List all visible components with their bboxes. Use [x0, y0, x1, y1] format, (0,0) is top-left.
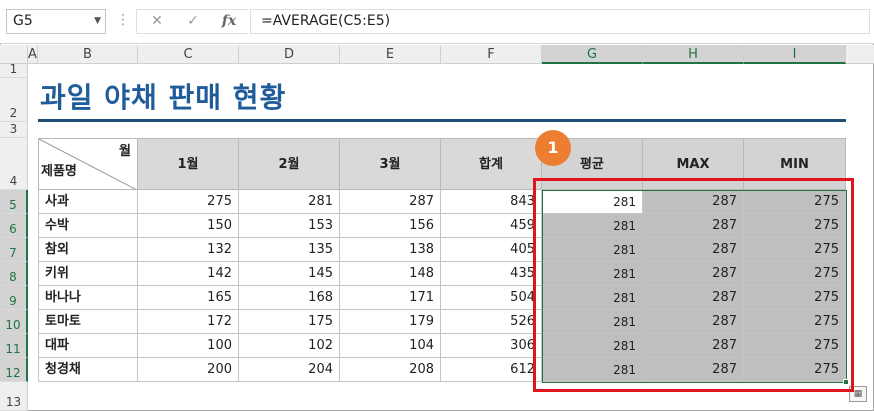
value-cell[interactable]: 843	[441, 190, 542, 214]
row-number: 10	[5, 318, 21, 332]
row-number: 11	[5, 342, 21, 356]
value-cell[interactable]: 132	[138, 238, 239, 262]
value-cell[interactable]: 526	[441, 310, 542, 334]
header-cell[interactable]: 1월	[138, 138, 239, 190]
value-cell[interactable]: 287	[340, 190, 441, 214]
value-cell[interactable]: 150	[138, 214, 239, 238]
value-cell[interactable]: 459	[441, 214, 542, 238]
value-cell[interactable]: 204	[239, 358, 340, 382]
product-name-cell[interactable]: 바나나	[38, 286, 138, 310]
row-number: 7	[9, 246, 17, 260]
product-name-cell[interactable]: 토마토	[38, 310, 138, 334]
column-header-d[interactable]: D	[239, 45, 340, 64]
title-underline	[38, 119, 846, 122]
value-cell[interactable]: 145	[239, 262, 340, 286]
insert-function-icon[interactable]: fx	[214, 10, 244, 33]
row-header-13[interactable]: 13	[0, 382, 28, 411]
row-number: 1	[9, 62, 18, 76]
product-name-cell[interactable]: 청경채	[38, 358, 138, 382]
value-cell[interactable]: 179	[340, 310, 441, 334]
column-header-c[interactable]: C	[138, 45, 239, 64]
value-cell[interactable]: 435	[441, 262, 542, 286]
row-number: 8	[9, 270, 17, 284]
product-name-cell[interactable]: 참외	[38, 238, 138, 262]
row-number: 9	[9, 294, 17, 308]
row-header-1[interactable]: 1	[0, 62, 28, 78]
column-header-a[interactable]: A	[28, 45, 38, 64]
product-name-cell[interactable]: 대파	[38, 334, 138, 358]
value-cell[interactable]: 171	[340, 286, 441, 310]
row-header-10[interactable]: 10	[0, 310, 28, 334]
formula-input[interactable]: =AVERAGE(C5:E5)	[250, 9, 870, 34]
step-badge: 1	[535, 130, 571, 166]
value-cell[interactable]: 612	[441, 358, 542, 382]
value-cell[interactable]: 156	[340, 214, 441, 238]
value-cell[interactable]: 165	[138, 286, 239, 310]
row-header-9[interactable]: 9	[0, 286, 28, 310]
value-cell[interactable]: 148	[340, 262, 441, 286]
column-header-filler	[846, 45, 874, 64]
highlight-box	[533, 178, 854, 392]
product-name-cell[interactable]: 수박	[38, 214, 138, 238]
value-cell[interactable]: 153	[239, 214, 340, 238]
column-header-g[interactable]: G	[542, 45, 643, 64]
value-cell[interactable]: 275	[138, 190, 239, 214]
value-cell[interactable]: 168	[239, 286, 340, 310]
corner-month-label: 월	[119, 144, 131, 159]
row-number: 6	[9, 222, 17, 236]
row-number: 4	[9, 174, 18, 188]
value-cell[interactable]: 104	[340, 334, 441, 358]
column-header-f[interactable]: F	[441, 45, 542, 64]
row-header-12[interactable]: 12	[0, 358, 28, 382]
row-header-5[interactable]: 5	[0, 190, 28, 214]
row-header-7[interactable]: 7	[0, 238, 28, 262]
product-name-cell[interactable]: 키위	[38, 262, 138, 286]
enter-icon[interactable]: ✓	[178, 10, 208, 33]
product-name-cell[interactable]: 사과	[38, 190, 138, 214]
chevron-down-icon[interactable]: ▼	[94, 10, 101, 33]
header-cell[interactable]: 합계	[441, 138, 542, 190]
header-cell[interactable]: 2월	[239, 138, 340, 190]
column-header-i[interactable]: I	[744, 45, 846, 64]
cancel-icon[interactable]: ✕	[142, 10, 172, 33]
value-cell[interactable]: 208	[340, 358, 441, 382]
value-cell[interactable]: 142	[138, 262, 239, 286]
value-cell[interactable]: 200	[138, 358, 239, 382]
column-header-h[interactable]: H	[643, 45, 744, 64]
corner-product-label: 제품명	[41, 164, 77, 179]
value-cell[interactable]: 138	[340, 238, 441, 262]
row-number: 3	[9, 122, 18, 136]
row-number: 13	[5, 395, 22, 409]
row-header-11[interactable]: 11	[0, 334, 28, 358]
header-cell[interactable]: 3월	[340, 138, 441, 190]
row-header-3[interactable]: 3	[0, 122, 28, 138]
value-cell[interactable]: 175	[239, 310, 340, 334]
column-header-b[interactable]: B	[38, 45, 138, 64]
formula-buttons: ✕ ✓ fx	[136, 9, 248, 34]
name-box[interactable]: G5 ▼	[6, 9, 106, 34]
row-header-4[interactable]: 4	[0, 138, 28, 190]
row-header-2[interactable]: 2	[0, 78, 28, 122]
row-header-6[interactable]: 6	[0, 214, 28, 238]
value-cell[interactable]: 306	[441, 334, 542, 358]
name-box-value: G5	[13, 13, 33, 29]
row-number: 12	[5, 366, 21, 380]
value-cell[interactable]: 405	[441, 238, 542, 262]
value-cell[interactable]: 172	[138, 310, 239, 334]
header-corner-cell[interactable]: 월제품명	[38, 138, 138, 190]
column-header-e[interactable]: E	[340, 45, 441, 64]
sheet-title[interactable]: 과일 야채 판매 현황	[40, 80, 286, 116]
value-cell[interactable]: 504	[441, 286, 542, 310]
row-header-8[interactable]: 8	[0, 262, 28, 286]
row-number: 5	[9, 198, 17, 212]
value-cell[interactable]: 135	[239, 238, 340, 262]
more-options-icon[interactable]: ⋮	[116, 9, 130, 34]
row-number: 2	[9, 106, 18, 120]
value-cell[interactable]: 102	[239, 334, 340, 358]
value-cell[interactable]: 100	[138, 334, 239, 358]
value-cell[interactable]: 281	[239, 190, 340, 214]
